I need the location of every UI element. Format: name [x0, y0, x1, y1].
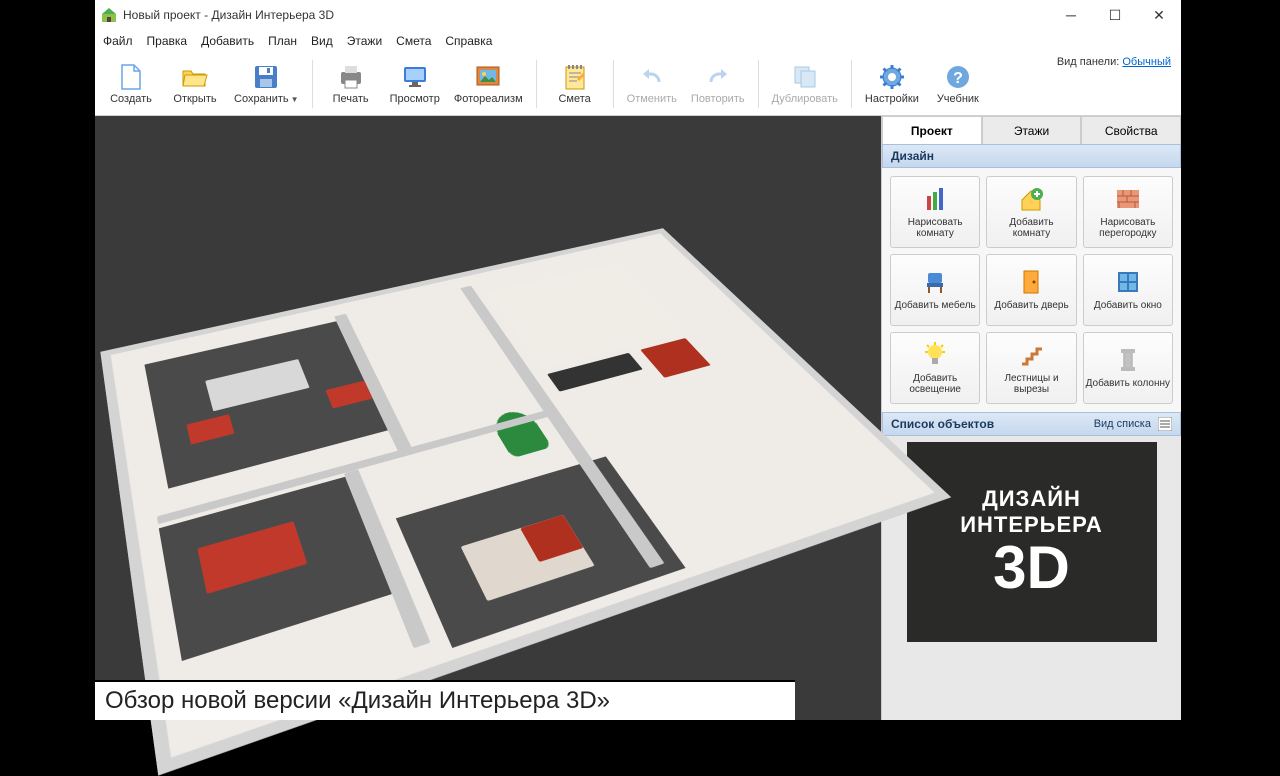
monitor-icon — [401, 63, 429, 91]
svg-text:?: ? — [953, 70, 963, 87]
video-caption: Обзор новой версии «Дизайн Интерьера 3D» — [95, 680, 795, 720]
close-button[interactable]: ✕ — [1137, 0, 1181, 30]
print-button[interactable]: Печать — [321, 56, 381, 112]
toolbar: Создать Открыть Сохранить▼ Печать Просмо… — [95, 52, 1181, 116]
maximize-button[interactable]: ☐ — [1093, 0, 1137, 30]
add-window-button[interactable]: Добавить окно — [1083, 254, 1173, 326]
separator — [613, 60, 614, 108]
folder-open-icon — [181, 63, 209, 91]
menu-add[interactable]: Добавить — [201, 34, 254, 48]
draw-partition-button[interactable]: Нарисовать перегородку — [1083, 176, 1173, 248]
redo-button[interactable]: Повторить — [686, 56, 750, 112]
panel-mode: Вид панели: Обычный — [1057, 56, 1171, 68]
application-window: Новый проект - Дизайн Интерьера 3D ─ ☐ ✕… — [95, 0, 1181, 720]
objects-section-header: Список объектов Вид списка — [882, 412, 1181, 436]
add-door-button[interactable]: Добавить дверь — [986, 254, 1076, 326]
duplicate-icon — [791, 63, 819, 91]
save-button[interactable]: Сохранить▼ — [229, 56, 304, 112]
menu-view[interactable]: Вид — [311, 34, 333, 48]
add-furniture-button[interactable]: Добавить мебель — [890, 254, 980, 326]
photorealism-button[interactable]: Фотореализм — [449, 56, 528, 112]
titlebar: Новый проект - Дизайн Интерьера 3D ─ ☐ ✕ — [95, 0, 1181, 30]
tab-properties[interactable]: Свойства — [1081, 116, 1181, 144]
door-icon — [1017, 268, 1045, 296]
separator — [851, 60, 852, 108]
app-icon — [101, 7, 117, 23]
render-icon — [474, 63, 502, 91]
separator — [758, 60, 759, 108]
stairs-cutouts-button[interactable]: Лестницы и вырезы — [986, 332, 1076, 404]
menu-edit[interactable]: Правка — [147, 34, 188, 48]
notepad-icon — [561, 63, 589, 91]
help-button[interactable]: ? Учебник — [928, 56, 988, 112]
minimize-button[interactable]: ─ — [1049, 0, 1093, 30]
add-room-icon — [1017, 185, 1045, 213]
undo-button[interactable]: Отменить — [622, 56, 682, 112]
menu-file[interactable]: Файл — [103, 34, 133, 48]
promo-banner: ДИЗАЙН ИНТЕРЬЕРА 3D — [907, 442, 1157, 642]
side-panel: Проект Этажи Свойства Дизайн Нарисовать … — [881, 116, 1181, 720]
chair-icon — [921, 268, 949, 296]
tab-project[interactable]: Проект — [882, 116, 982, 144]
undo-icon — [638, 63, 666, 91]
chevron-down-icon: ▼ — [291, 95, 299, 104]
duplicate-button[interactable]: Дублировать — [767, 56, 843, 112]
help-icon: ? — [944, 63, 972, 91]
save-icon — [252, 63, 280, 91]
menu-plan[interactable]: План — [268, 34, 297, 48]
printer-icon — [337, 63, 365, 91]
design-section-header: Дизайн — [882, 144, 1181, 168]
add-room-button[interactable]: Добавить комнату — [986, 176, 1076, 248]
menu-estimate[interactable]: Смета — [396, 34, 431, 48]
panel-mode-link[interactable]: Обычный — [1122, 56, 1171, 68]
menubar: Файл Правка Добавить План Вид Этажи Смет… — [95, 30, 1181, 52]
list-view-icon[interactable] — [1158, 417, 1172, 431]
window-controls: ─ ☐ ✕ — [1049, 0, 1181, 30]
design-tools-grid: Нарисовать комнату Добавить комнату Нари… — [882, 168, 1181, 412]
draw-room-icon — [921, 185, 949, 213]
column-icon — [1114, 346, 1142, 374]
separator — [536, 60, 537, 108]
add-lighting-button[interactable]: Добавить освещение — [890, 332, 980, 404]
window-title: Новый проект - Дизайн Интерьера 3D — [123, 8, 334, 22]
3d-viewport[interactable] — [95, 116, 881, 720]
menu-floors[interactable]: Этажи — [347, 34, 382, 48]
estimate-button[interactable]: Смета — [545, 56, 605, 112]
settings-button[interactable]: Настройки — [860, 56, 924, 112]
brick-wall-icon — [1114, 185, 1142, 213]
new-file-icon — [117, 63, 145, 91]
gear-icon — [878, 63, 906, 91]
redo-icon — [704, 63, 732, 91]
floorplan-render — [115, 131, 862, 705]
open-button[interactable]: Открыть — [165, 56, 225, 112]
preview-button[interactable]: Просмотр — [385, 56, 445, 112]
add-column-button[interactable]: Добавить колонну — [1083, 332, 1173, 404]
stairs-icon — [1017, 341, 1045, 369]
menu-help[interactable]: Справка — [445, 34, 492, 48]
create-button[interactable]: Создать — [101, 56, 161, 112]
tab-floors[interactable]: Этажи — [982, 116, 1082, 144]
separator — [312, 60, 313, 108]
window-icon — [1114, 268, 1142, 296]
panel-tabs: Проект Этажи Свойства — [882, 116, 1181, 144]
lightbulb-icon — [921, 341, 949, 369]
workarea: Проект Этажи Свойства Дизайн Нарисовать … — [95, 116, 1181, 720]
draw-room-button[interactable]: Нарисовать комнату — [890, 176, 980, 248]
